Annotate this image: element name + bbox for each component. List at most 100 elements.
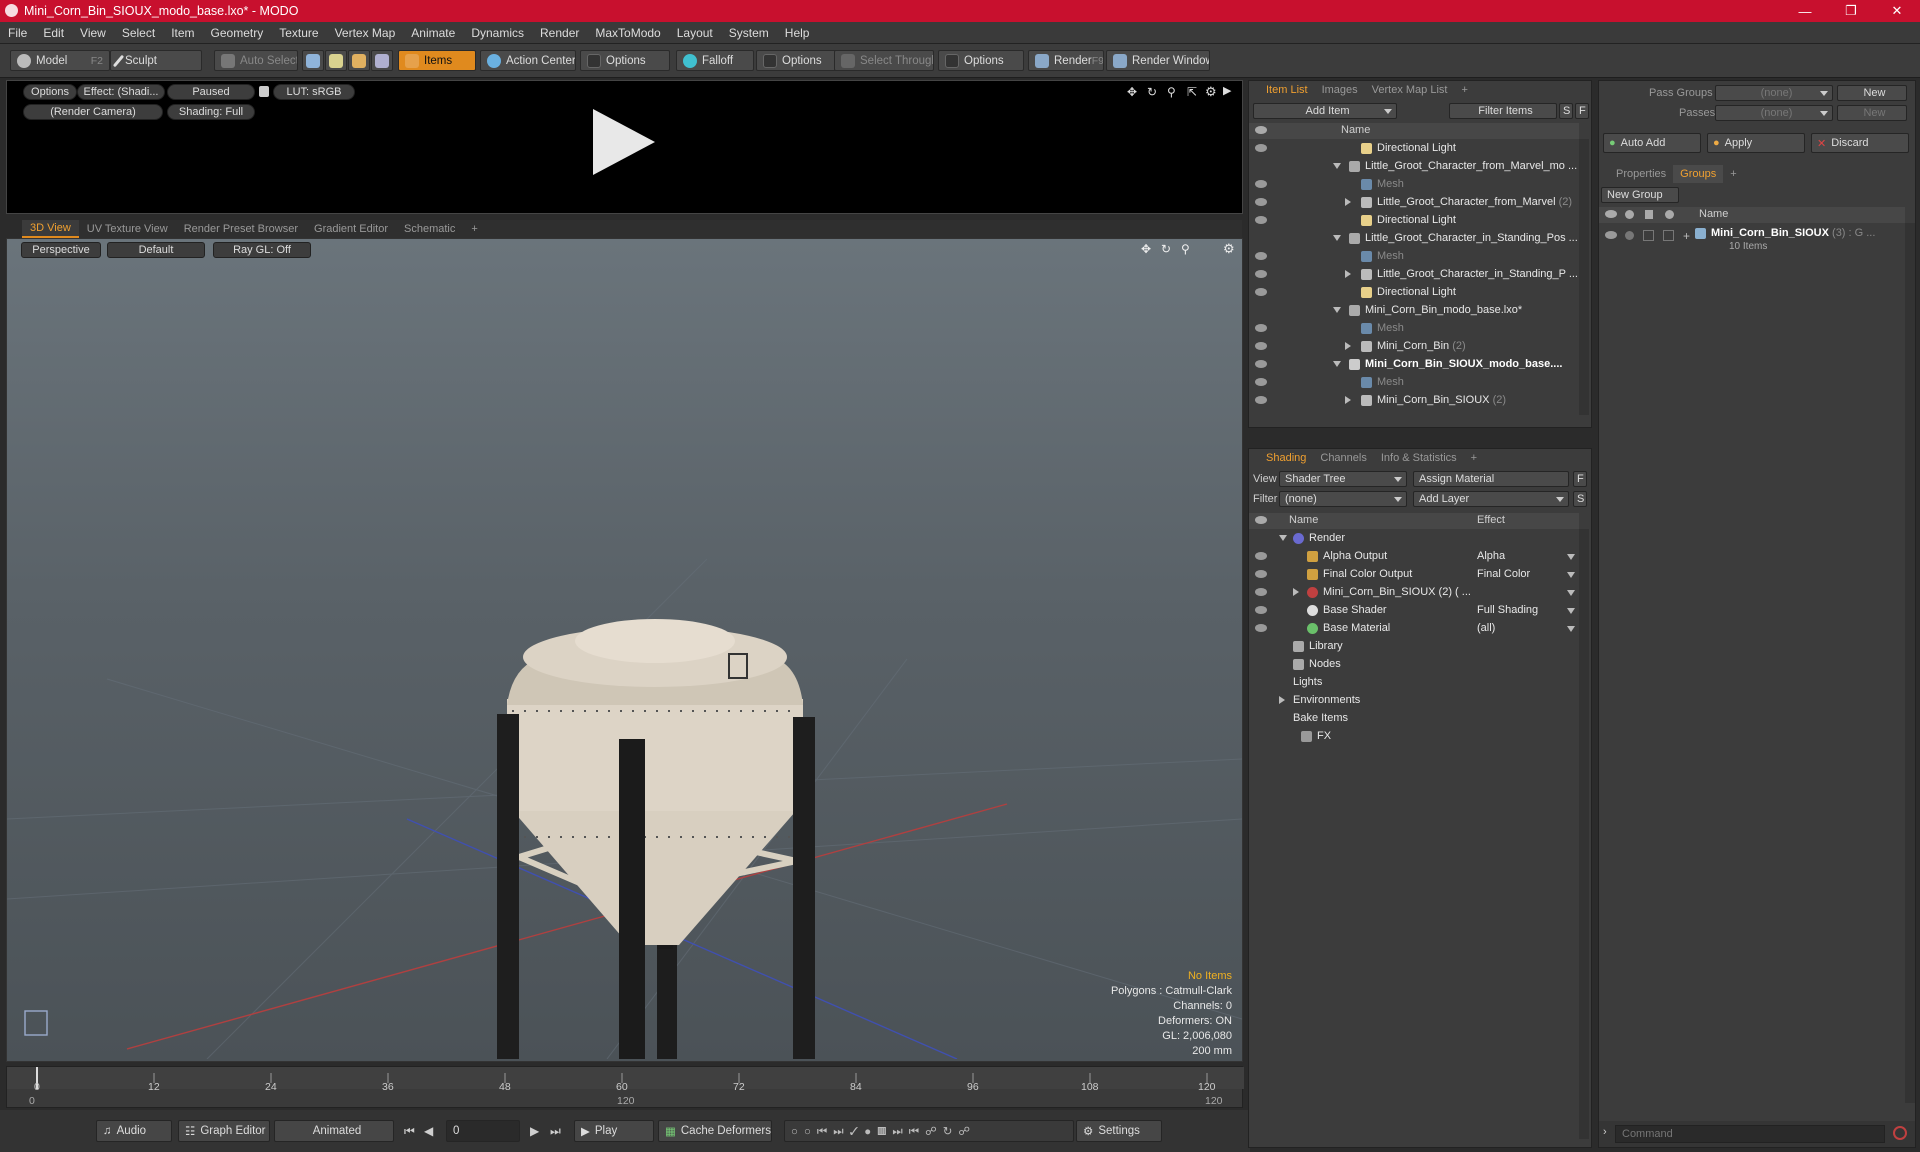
chevron-down-icon[interactable] [1567, 626, 1575, 632]
menu-render[interactable]: Render [532, 26, 587, 40]
apply-button[interactable]: ● Apply [1707, 133, 1805, 153]
menu-geometry[interactable]: Geometry [203, 26, 272, 40]
tab-info-statistics[interactable]: Info & Statistics [1374, 449, 1464, 467]
zoom-icon[interactable]: ⚲ [1181, 242, 1190, 256]
preview-effect-dropdown[interactable]: Effect: (Shadi... [77, 84, 165, 100]
tab-groups[interactable]: Groups [1673, 165, 1724, 183]
add-layer-s-button[interactable]: S [1573, 491, 1587, 507]
list-item[interactable]: Little_Groot_Character_in_Standing_P ... [1249, 265, 1579, 283]
edges-mode-button[interactable] [325, 50, 347, 71]
skip-start-icon[interactable]: ⏮ [404, 1124, 415, 1139]
add-tab-icon[interactable]: + [1723, 165, 1743, 183]
tab-gradient-editor[interactable]: Gradient Editor [306, 220, 396, 238]
menu-animate[interactable]: Animate [403, 26, 463, 40]
eye-icon[interactable] [1255, 288, 1267, 296]
action-center-button[interactable]: Action Center [480, 50, 576, 71]
options-button-3[interactable]: Options [938, 50, 1024, 71]
tab-channels[interactable]: Channels [1313, 449, 1373, 467]
menu-texture[interactable]: Texture [271, 26, 326, 40]
eye-icon[interactable] [1605, 231, 1617, 239]
menu-maxtomodo[interactable]: MaxToModo [587, 26, 668, 40]
passes-dropdown[interactable]: (none) [1715, 105, 1833, 121]
tab-item-list[interactable]: Item List [1259, 81, 1315, 99]
group-row[interactable]: + Mini_Corn_Bin_SIOUX (3) : G ... 10 Ite… [1599, 225, 1905, 255]
gear-icon[interactable]: ⚙ [1205, 84, 1217, 100]
eye-icon[interactable] [1255, 270, 1267, 278]
shader-tree-item[interactable]: Base Material (all) [1249, 619, 1579, 637]
passes-new-button[interactable]: New [1837, 105, 1907, 121]
tab-render-preset-browser[interactable]: Render Preset Browser [176, 220, 306, 238]
preview-lut-dropdown[interactable]: LUT: sRGB [273, 84, 355, 100]
chevron-down-icon[interactable] [1567, 572, 1575, 578]
new-group-button[interactable]: New Group [1601, 187, 1679, 203]
select-through-button[interactable]: Select Through [834, 50, 934, 71]
view-dropdown[interactable]: Shader Tree [1279, 471, 1407, 487]
render-window-button[interactable]: Render Window [1106, 50, 1210, 71]
menu-help[interactable]: Help [777, 26, 818, 40]
tab-vertex-map-list[interactable]: Vertex Map List [1365, 81, 1455, 99]
step-back-icon[interactable]: ◀ [424, 1124, 433, 1138]
menu-view[interactable]: View [72, 26, 114, 40]
expand-icon[interactable] [1333, 235, 1341, 241]
options-button-1[interactable]: Options [580, 50, 670, 71]
raygl-dropdown[interactable]: Ray GL: Off [213, 242, 311, 258]
chevron-down-icon[interactable] [1567, 554, 1575, 560]
list-item[interactable]: Mesh [1249, 319, 1579, 337]
arrow-right-icon[interactable]: ▶ [1223, 84, 1231, 97]
add-tab-icon[interactable]: + [463, 220, 485, 238]
command-input[interactable] [1615, 1125, 1885, 1143]
preview-paused-button[interactable]: Paused [167, 84, 255, 100]
close-icon[interactable]: ✕ [1874, 0, 1920, 22]
key-tools[interactable]: ○○⏮⏭✓●▦⏭⏮☍↻☍ [784, 1120, 1074, 1142]
expand-icon[interactable] [1333, 307, 1341, 313]
list-item[interactable]: Mini_Corn_Bin_modo_base.lxo* [1249, 301, 1579, 319]
preview-camera-dropdown[interactable]: (Render Camera) [23, 104, 163, 120]
options-button-2[interactable]: Options [756, 50, 836, 71]
add-tab-icon[interactable]: + [1454, 81, 1474, 99]
shader-tree-item[interactable]: Bake Items [1249, 709, 1579, 727]
play-button[interactable]: ▶ Play [574, 1120, 654, 1142]
chevron-down-icon[interactable] [1567, 608, 1575, 614]
list-item[interactable]: Little_Groot_Character_from_Marvel_mo ..… [1249, 157, 1579, 175]
eye-icon[interactable] [1255, 378, 1267, 386]
eye-icon[interactable] [1255, 180, 1267, 188]
minimize-icon[interactable]: — [1782, 0, 1828, 22]
tab-images[interactable]: Images [1315, 81, 1365, 99]
list-item[interactable]: Mesh [1249, 247, 1579, 265]
audio-button[interactable]: ♫ Audio [96, 1120, 172, 1142]
auto-add-button[interactable]: ● Auto Add [1603, 133, 1701, 153]
timeline[interactable]: 0 12 24 36 48 60 72 84 96 108 120 0 120 … [6, 1066, 1244, 1108]
list-item[interactable]: Mesh [1249, 175, 1579, 193]
eye-icon[interactable] [1255, 198, 1267, 206]
groups-scrollbar[interactable] [1905, 223, 1915, 1103]
rotate-icon[interactable]: ↻ [1147, 85, 1157, 99]
pass-groups-new-button[interactable]: New [1837, 85, 1907, 101]
auto-select-button[interactable]: Auto Select [214, 50, 298, 71]
gear-icon[interactable]: ⚙ [1223, 241, 1235, 257]
menu-file[interactable]: File [0, 26, 35, 40]
default-dropdown[interactable]: Default [107, 242, 205, 258]
rotate-icon[interactable]: ↻ [1161, 242, 1171, 256]
expand-icon[interactable] [1279, 696, 1285, 704]
eye-icon[interactable] [1255, 342, 1267, 350]
eye-icon[interactable] [1255, 588, 1267, 596]
zoom-icon[interactable]: ⚲ [1167, 85, 1176, 99]
eye-icon[interactable] [1255, 624, 1267, 632]
shader-tree-item[interactable]: Alpha Output Alpha [1249, 547, 1579, 565]
item-list-scrollbar[interactable] [1579, 139, 1589, 415]
expand-icon[interactable] [1279, 535, 1287, 541]
menu-select[interactable]: Select [114, 26, 163, 40]
menu-vertex-map[interactable]: Vertex Map [327, 26, 404, 40]
add-layer-dropdown[interactable]: Add Layer [1413, 491, 1569, 507]
filter-items-input[interactable]: Filter Items [1449, 103, 1557, 119]
eye-icon[interactable] [1255, 324, 1267, 332]
expand-icon[interactable] [1293, 588, 1299, 596]
group-expand-icon[interactable]: + [1683, 229, 1690, 243]
graph-editor-button[interactable]: ☷ Graph Editor [178, 1120, 270, 1142]
expand-icon[interactable] [1345, 270, 1351, 278]
items-mode-button[interactable]: Items [398, 50, 476, 71]
list-item[interactable]: Directional Light [1249, 139, 1579, 157]
vertices-mode-button[interactable] [302, 50, 324, 71]
effect-value[interactable]: Full Shading [1477, 604, 1538, 616]
menu-item[interactable]: Item [163, 26, 202, 40]
